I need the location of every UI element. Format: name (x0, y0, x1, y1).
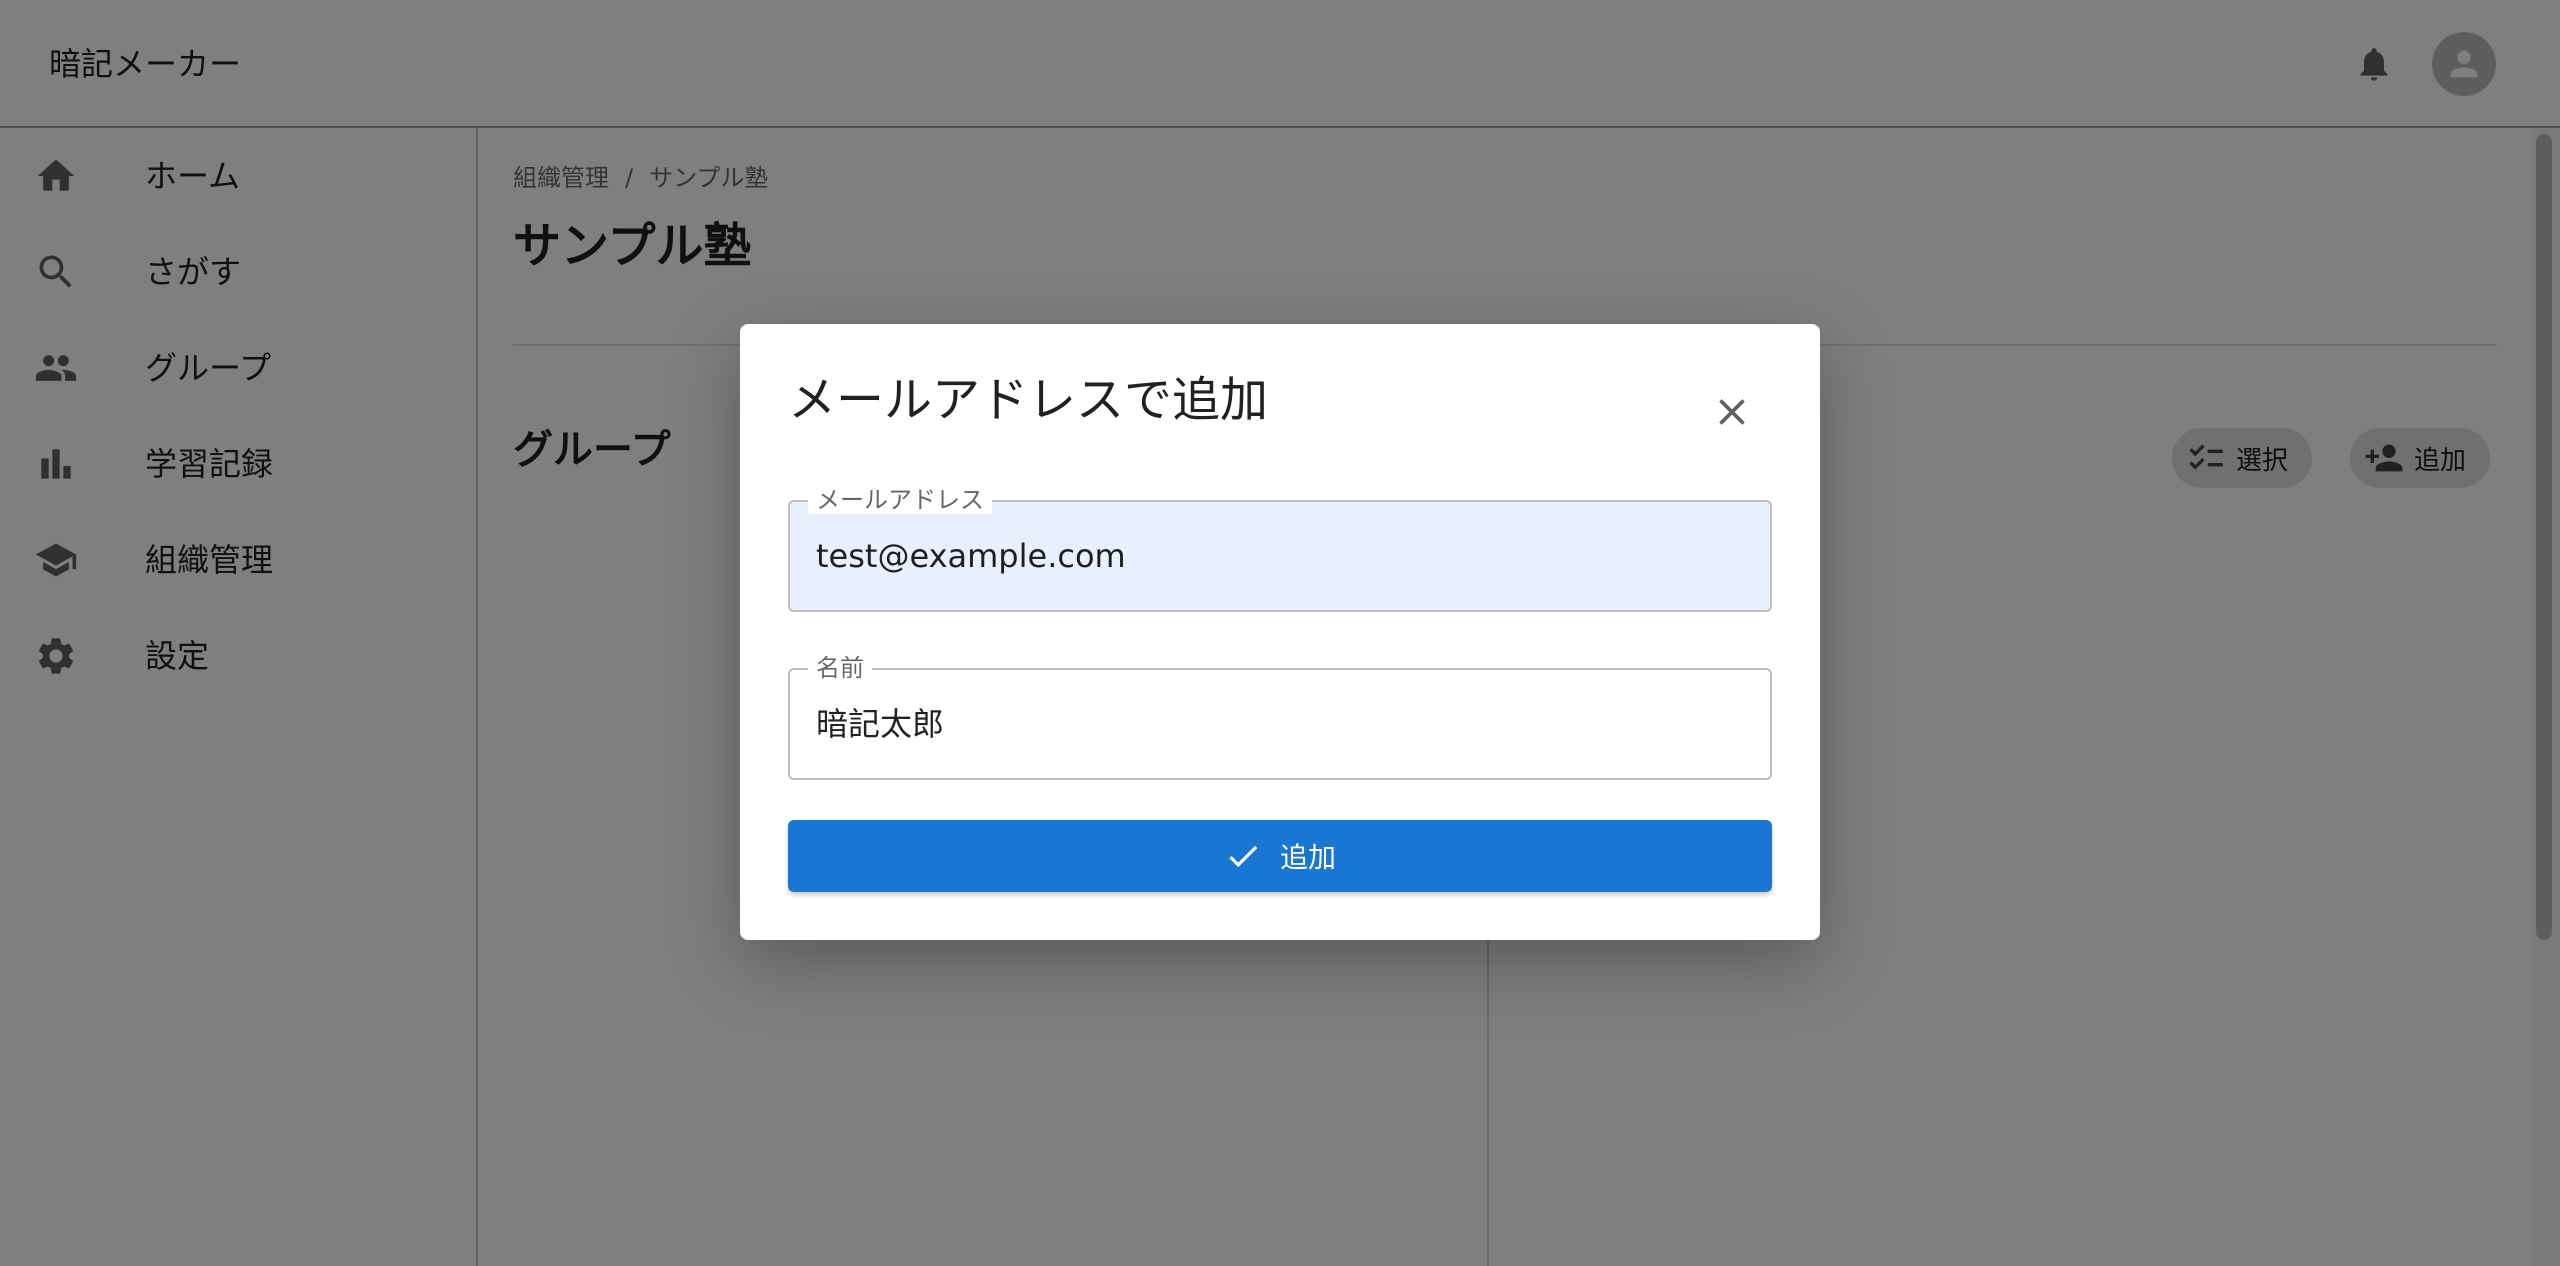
email-field-value[interactable]: test@example.com (816, 536, 1126, 576)
add-by-email-dialog: メールアドレスで追加 メールアドレス test@example.com 名前 暗… (740, 324, 1820, 940)
dialog-title: メールアドレスで追加 (788, 372, 1269, 428)
email-field[interactable]: メールアドレス test@example.com (788, 486, 1772, 612)
close-icon (1719, 399, 1745, 425)
email-field-label: メールアドレス (808, 486, 992, 514)
name-field-label: 名前 (808, 654, 872, 682)
submit-add-button-label: 追加 (1279, 841, 1336, 874)
submit-add-button[interactable]: 追加 (788, 820, 1772, 892)
check-icon (1229, 845, 1258, 868)
name-field[interactable]: 名前 暗記太郎 (788, 654, 1772, 780)
close-button[interactable] (1706, 386, 1758, 438)
name-field-value[interactable]: 暗記太郎 (816, 704, 944, 744)
